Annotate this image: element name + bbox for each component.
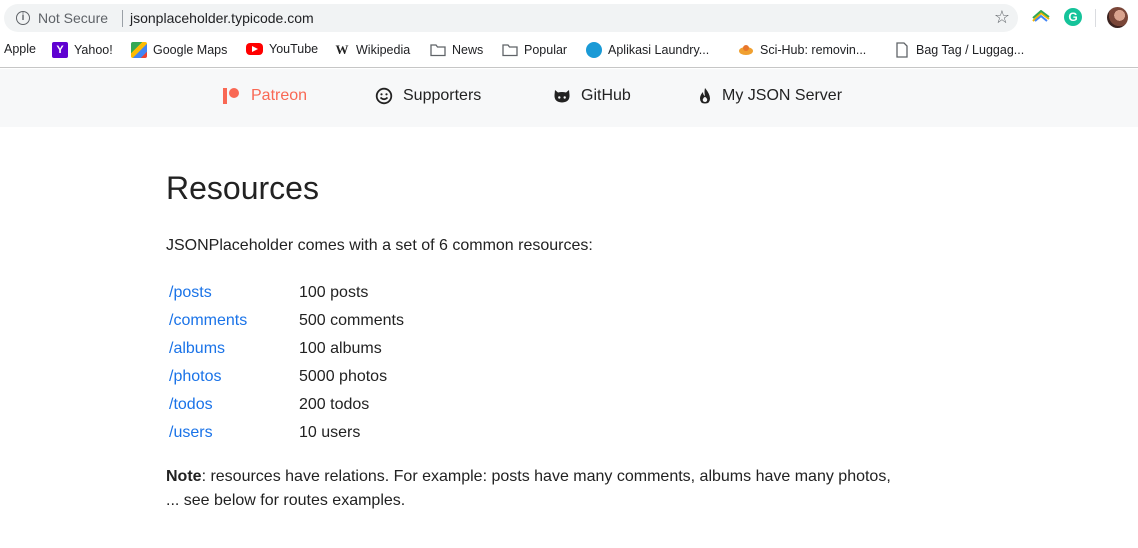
bookmark-label: YouTube <box>269 42 319 56</box>
info-icon[interactable]: i <box>16 11 30 25</box>
wikipedia-icon: W <box>335 42 349 57</box>
bookmark-bag-tag[interactable]: Bag Tag / Luggag... <box>894 42 1024 58</box>
rainbow-extension-icon[interactable] <box>1032 10 1050 22</box>
laundry-app-icon <box>586 42 602 58</box>
bookmark-label: News <box>452 43 484 57</box>
table-row: /users 10 users <box>166 419 926 447</box>
resource-link-todos[interactable]: /todos <box>166 396 299 414</box>
resource-count: 500 comments <box>299 312 404 329</box>
intro-text: JSONPlaceholder comes with a set of 6 co… <box>166 237 593 254</box>
table-row: /photos 5000 photos <box>166 363 926 391</box>
browser-toolbar: i Not Secure jsonplaceholder.typicode.co… <box>0 0 1138 36</box>
fire-icon <box>700 88 710 104</box>
resource-link-posts[interactable]: /posts <box>166 284 299 302</box>
table-row: /comments 500 comments <box>166 307 926 335</box>
resource-count: 100 posts <box>299 284 369 301</box>
table-row: /posts 100 posts <box>166 279 926 307</box>
smiley-icon <box>375 87 393 105</box>
bookmark-label: Sci-Hub: removin... <box>760 43 867 57</box>
google-maps-icon <box>131 42 147 58</box>
page-title: Resources <box>166 170 319 206</box>
folder-icon <box>430 44 446 57</box>
scihub-icon <box>739 45 753 55</box>
bookmark-label: Wikipedia <box>356 43 411 57</box>
toolbar-divider <box>1095 9 1096 27</box>
table-row: /albums 100 albums <box>166 335 926 363</box>
resource-count: 10 users <box>299 424 361 441</box>
bookmark-folder-popular[interactable]: Popular <box>502 42 567 58</box>
bookmark-label: Popular <box>524 43 568 57</box>
bookmark-scihub[interactable]: Sci-Hub: removin... <box>738 42 866 58</box>
nav-label: Patreon <box>251 87 308 104</box>
nav-github-link[interactable]: GitHub <box>553 87 631 105</box>
address-bar[interactable]: i Not Secure jsonplaceholder.typicode.co… <box>4 4 1018 32</box>
bookmark-label: Yahoo! <box>74 43 113 57</box>
resource-link-albums[interactable]: /albums <box>166 340 299 358</box>
patreon-icon <box>223 88 241 104</box>
nav-supporters-link[interactable]: Supporters <box>375 87 481 105</box>
bookmark-google-maps[interactable]: Google Maps <box>131 42 227 58</box>
bookmark-laundry[interactable]: Aplikasi Laundry... <box>586 42 709 58</box>
folder-icon <box>502 44 518 57</box>
resource-link-photos[interactable]: /photos <box>166 368 299 386</box>
nav-label: GitHub <box>581 87 631 104</box>
site-navbar: Patreon Supporters GitHub My JSON Server <box>0 69 1138 127</box>
note-text: : resources have relations. For example:… <box>201 468 891 485</box>
nav-my-json-server-link[interactable]: My JSON Server <box>698 87 842 105</box>
document-icon <box>896 42 908 58</box>
relations-note: Note: resources have relations. For exam… <box>166 465 926 513</box>
grammarly-icon[interactable]: G <box>1064 8 1082 26</box>
resource-link-users[interactable]: /users <box>166 424 299 442</box>
resource-count: 200 todos <box>299 396 370 413</box>
bookmark-yahoo[interactable]: Y Yahoo! <box>52 42 113 58</box>
resource-count: 100 albums <box>299 340 382 357</box>
bookmark-youtube[interactable]: YouTube <box>246 42 318 56</box>
bookmark-label: Bag Tag / Luggag... <box>916 43 1025 57</box>
address-divider <box>122 10 123 27</box>
resource-link-comments[interactable]: /comments <box>166 312 299 330</box>
yahoo-icon: Y <box>52 42 68 58</box>
resources-section: Resources JSONPlaceholder comes with a s… <box>166 168 926 513</box>
url-text[interactable]: jsonplaceholder.typicode.com <box>130 10 314 26</box>
github-icon <box>554 90 570 103</box>
bookmarks-bar: Apple Y Yahoo! Google Maps YouTube W Wik… <box>0 36 1138 68</box>
bookmark-apple[interactable]: Apple <box>4 42 36 56</box>
bookmark-folder-news[interactable]: News <box>430 42 483 58</box>
nav-label: Supporters <box>403 87 482 104</box>
bookmark-star-icon[interactable]: ☆ <box>994 7 1010 28</box>
bookmark-label: Aplikasi Laundry... <box>608 43 710 57</box>
note-text-continued: ... see below for routes examples. <box>166 492 406 509</box>
security-label[interactable]: Not Secure <box>38 10 108 26</box>
resource-count: 5000 photos <box>299 368 388 385</box>
table-row: /todos 200 todos <box>166 391 926 419</box>
profile-avatar[interactable] <box>1107 7 1128 28</box>
resources-table: /posts 100 posts /comments 500 comments … <box>166 279 926 447</box>
nav-patreon-link[interactable]: Patreon <box>223 87 307 105</box>
bookmark-wikipedia[interactable]: W Wikipedia <box>334 42 411 58</box>
bookmark-label: Google Maps <box>153 43 228 57</box>
bookmark-label: Apple <box>4 42 36 56</box>
nav-label: My JSON Server <box>722 87 843 104</box>
note-label: Note <box>166 468 202 485</box>
youtube-icon <box>246 43 263 55</box>
